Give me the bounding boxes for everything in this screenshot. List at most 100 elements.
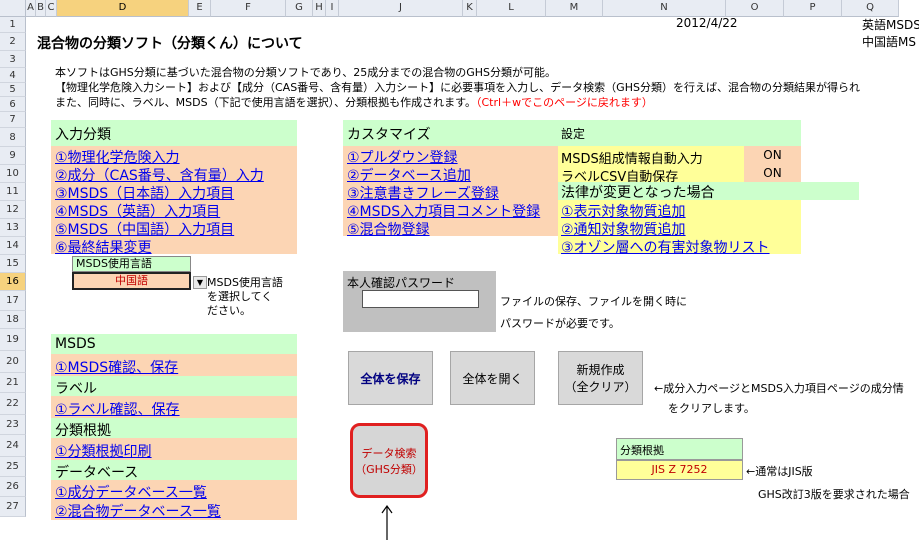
new-clear-label-1: 新規作成 <box>576 363 625 377</box>
msds-confirm-save-link[interactable]: ①MSDS確認、保存 <box>55 357 178 377</box>
intro-line-1: 本ソフトはGHS分類に基づいた混合物の分類ソフトであり、25成分までの混合物のG… <box>55 66 556 79</box>
row-header-24[interactable]: 24 <box>0 435 26 457</box>
clear-note-2: をクリアします。 <box>668 402 755 415</box>
row-header-3[interactable]: 3 <box>0 51 26 68</box>
data-search-label-1: データ検索 <box>361 446 417 460</box>
row-header-11[interactable]: 11 <box>0 183 26 201</box>
row-header-12[interactable]: 12 <box>0 201 26 219</box>
column-header-n[interactable]: N <box>603 0 726 17</box>
settings-header: 設定 <box>558 120 801 146</box>
law-link-ozone-list[interactable]: ③オゾン層への有害対象物リスト <box>561 237 770 257</box>
row-header-19[interactable]: 19 <box>0 329 26 351</box>
row-header-10[interactable]: 10 <box>0 165 26 183</box>
intro-shortcut-note: （Ctrl＋wでこのページに戻れます） <box>476 96 653 109</box>
row-header-15[interactable]: 15 <box>0 255 26 273</box>
msds-language-select[interactable]: 中国語 <box>72 272 191 290</box>
chinese-msds-cell: 中国語MS <box>862 35 916 49</box>
column-header-k[interactable]: K <box>463 0 477 17</box>
law-link-notification-substances[interactable]: ②通知対象物質追加 <box>561 219 686 239</box>
customize-link-pulldown[interactable]: ①プルダウン登録 <box>347 147 458 167</box>
intro-line-3: また、同時に、ラベル、MSDS（下記で使用言語を選択）、分類根拠も作成されます。 <box>55 96 476 109</box>
save-all-button[interactable]: 全体を保存 <box>348 351 433 405</box>
input-link-final-result[interactable]: ⑥最終結果変更 <box>55 237 152 257</box>
input-link-physchem[interactable]: ①物理化学危険入力 <box>55 147 180 167</box>
basis-print-link[interactable]: ①分類根拠印刷 <box>55 441 152 461</box>
customize-link-mixture[interactable]: ⑤混合物登録 <box>347 219 430 239</box>
column-header-d[interactable]: D <box>57 0 189 17</box>
row-header-5[interactable]: 5 <box>0 83 26 97</box>
open-all-button[interactable]: 全体を開く <box>450 351 535 405</box>
column-header-o[interactable]: O <box>726 0 784 17</box>
label-section-title: ラベル <box>55 381 97 397</box>
row-header-13[interactable]: 13 <box>0 219 26 237</box>
row-header-8[interactable]: 8 <box>0 128 26 147</box>
input-section-header: 入力分類 <box>51 120 297 146</box>
column-header-b[interactable]: B <box>36 0 46 17</box>
classification-basis-select[interactable]: JIS Z 7252 <box>616 460 743 480</box>
column-header-q[interactable]: Q <box>842 0 899 17</box>
row-header-1[interactable]: 1 <box>0 17 26 33</box>
row-header-6[interactable]: 6 <box>0 97 26 112</box>
column-header-j[interactable]: J <box>339 0 463 17</box>
customize-title: カスタマイズ <box>347 127 431 143</box>
row-header-26[interactable]: 26 <box>0 477 26 497</box>
law-link-display-substances[interactable]: ①表示対象物質追加 <box>561 201 686 221</box>
column-header-l[interactable]: L <box>477 0 546 17</box>
row-header-9[interactable]: 9 <box>0 147 26 165</box>
mixture-database-link[interactable]: ②混合物データベース一覧 <box>55 501 221 521</box>
database-section-title: データベース <box>55 465 139 481</box>
database-section-list: ①成分データベース一覧 ②混合物データベース一覧 <box>51 480 297 520</box>
row-header-14[interactable]: 14 <box>0 237 26 255</box>
date-cell: 2012/4/22 <box>676 16 738 30</box>
column-header-c[interactable]: C <box>46 0 57 17</box>
column-header-i[interactable]: I <box>326 0 339 17</box>
row-header-20[interactable]: 20 <box>0 351 26 373</box>
customize-link-phrases[interactable]: ③注意書きフレーズ登録 <box>347 183 499 203</box>
column-header-a[interactable]: A <box>26 0 36 17</box>
row-header-18[interactable]: 18 <box>0 311 26 329</box>
label-confirm-save-link[interactable]: ①ラベル確認、保存 <box>55 399 180 419</box>
password-input[interactable] <box>362 290 479 308</box>
column-header-g[interactable]: G <box>286 0 313 17</box>
column-header-h[interactable]: H <box>313 0 326 17</box>
column-header-e[interactable]: E <box>189 0 211 17</box>
msds-section-title: MSDS <box>55 336 96 352</box>
password-label: 本人確認パスワード <box>347 276 456 290</box>
customize-link-comments[interactable]: ④MSDS入力項目コメント登録 <box>347 201 540 221</box>
dropdown-arrow-icon[interactable]: ▼ <box>193 276 207 289</box>
data-search-ghs-button[interactable]: データ検索 （GHS分類） <box>350 423 428 498</box>
column-header-p[interactable]: P <box>784 0 842 17</box>
new-clear-button[interactable]: 新規作成 （全クリア） <box>558 351 643 405</box>
customize-link-database[interactable]: ②データベース追加 <box>347 165 471 185</box>
input-link-msds-chinese[interactable]: ⑤MSDS（中国語）入力項目 <box>55 219 234 239</box>
column-header-f[interactable]: F <box>211 0 286 17</box>
english-msds-cell: 英語MSDS <box>862 18 919 32</box>
input-link-msds-japanese[interactable]: ③MSDS（日本語）入力項目 <box>55 183 234 203</box>
msds-auto-input-toggle[interactable]: ON <box>744 146 801 164</box>
label-csv-save-toggle[interactable]: ON <box>744 164 801 182</box>
row-header-22[interactable]: 22 <box>0 393 26 415</box>
row-header-4[interactable]: 4 <box>0 68 26 83</box>
row-header-21[interactable]: 21 <box>0 373 26 393</box>
label-section-row: ①ラベル確認、保存 <box>51 396 297 418</box>
row-header-2[interactable]: 2 <box>0 33 26 51</box>
row-header-25[interactable]: 25 <box>0 457 26 477</box>
ghs-revision-note: GHS改訂3版を要求された場合 <box>758 488 910 501</box>
component-database-link[interactable]: ①成分データベース一覧 <box>55 482 207 502</box>
basis-section-title: 分類根拠 <box>55 423 111 439</box>
row-header-23[interactable]: 23 <box>0 415 26 435</box>
msds-section-row: ①MSDS確認、保存 <box>51 354 297 376</box>
password-panel: 本人確認パスワード <box>343 271 496 332</box>
row-header-16[interactable]: 16 <box>0 273 26 291</box>
select-all-corner[interactable] <box>0 0 26 17</box>
law-change-list: ①表示対象物質追加 ②通知対象物質追加 ③オゾン層への有害対象物リスト <box>558 200 801 257</box>
database-section-header: データベース <box>51 460 297 481</box>
row-header-7[interactable]: 7 <box>0 112 26 128</box>
msds-auto-input-label: MSDS組成情報自動入力 <box>561 152 703 167</box>
row-header-27[interactable]: 27 <box>0 497 26 517</box>
row-header-17[interactable]: 17 <box>0 291 26 311</box>
msds-language-label: MSDS使用言語 <box>72 256 191 272</box>
input-link-components[interactable]: ②成分（CAS番号、含有量）入力 <box>55 165 264 185</box>
input-link-msds-english[interactable]: ④MSDS（英語）入力項目 <box>55 201 220 221</box>
column-header-m[interactable]: M <box>546 0 603 17</box>
